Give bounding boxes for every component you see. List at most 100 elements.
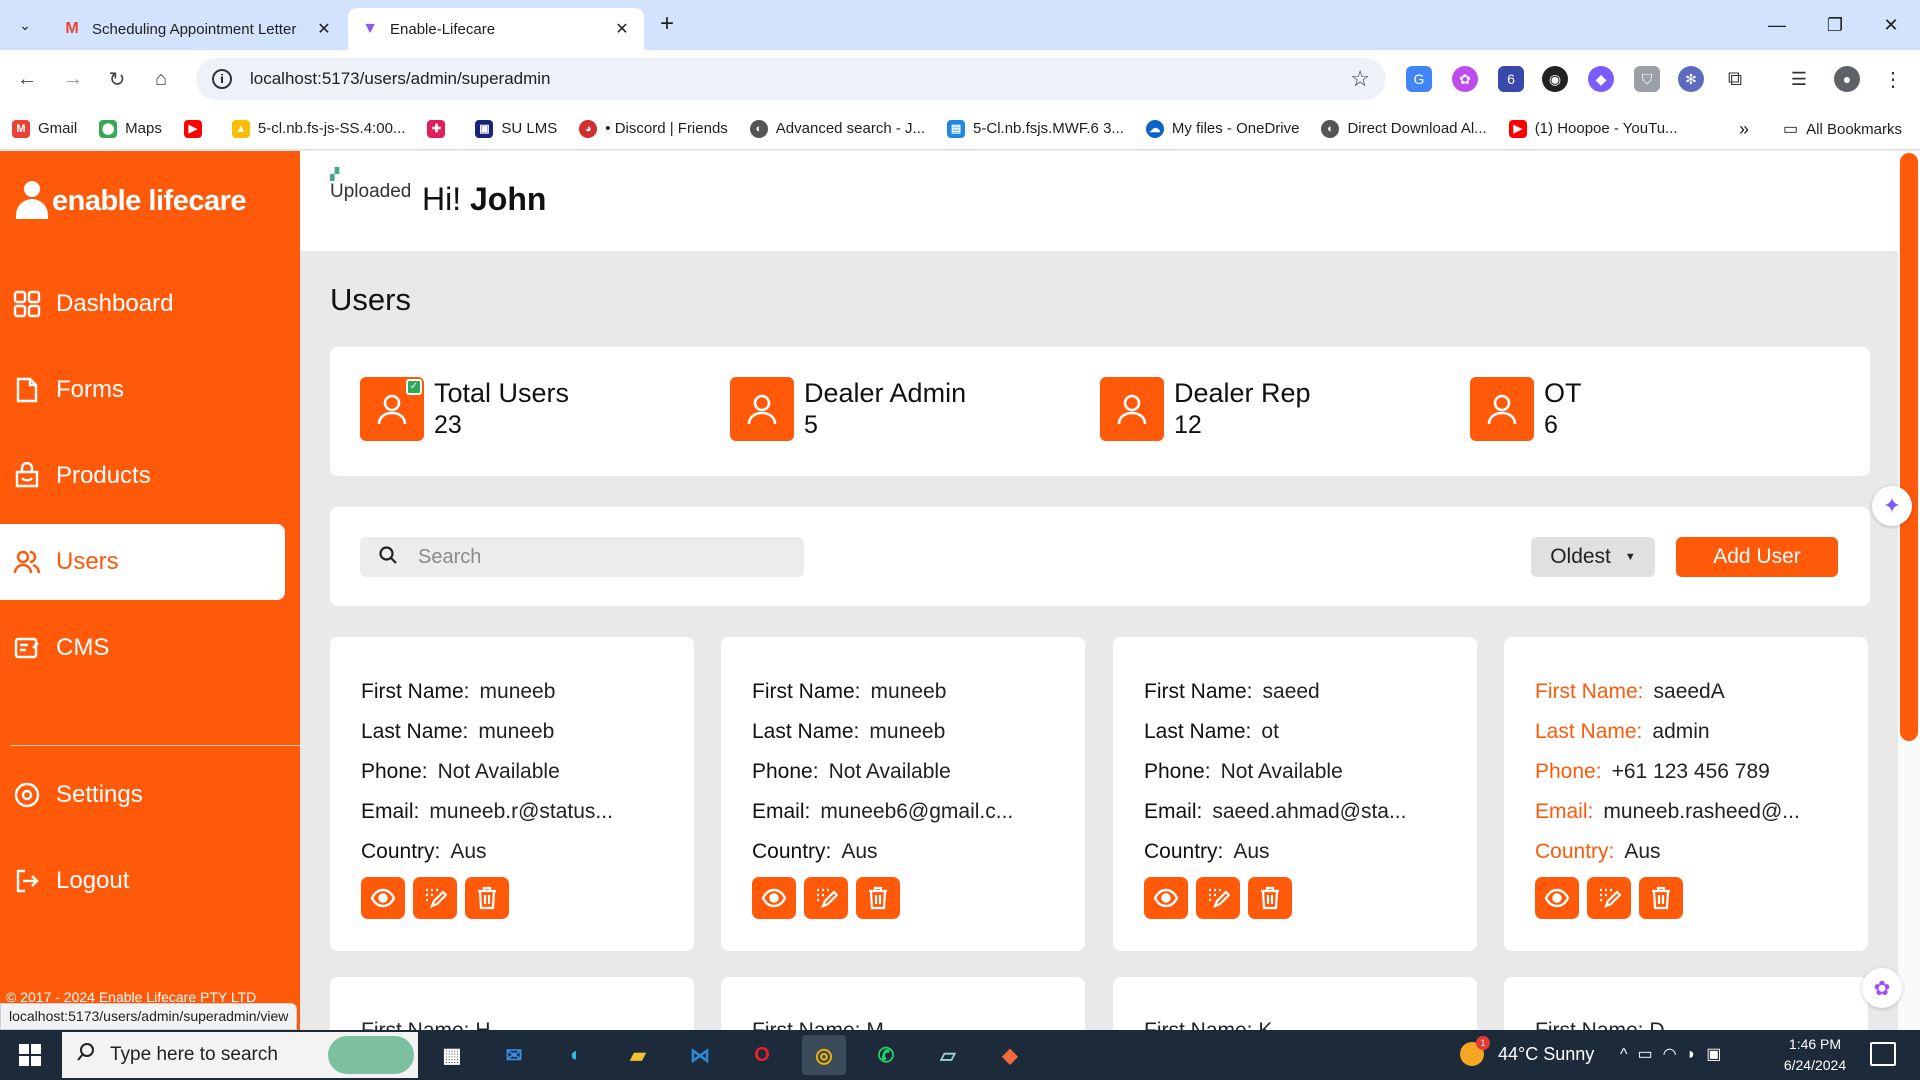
tab-search-button[interactable]: ⌄ xyxy=(8,8,42,42)
browser-menu-icon[interactable]: ⋮ xyxy=(1880,66,1906,92)
wifi-icon[interactable]: ◠ xyxy=(1663,1046,1687,1063)
edit-icon xyxy=(426,888,447,908)
bookmark-gmail[interactable]: M Gmail xyxy=(12,119,77,138)
scrollbar-thumb[interactable] xyxy=(1900,153,1918,741)
card-actions xyxy=(1535,877,1691,919)
microsoft-store-icon[interactable]: ▦ xyxy=(430,1035,474,1075)
brain-extension-icon[interactable]: ✿ xyxy=(1452,66,1478,92)
tab-gmail[interactable]: M Scheduling Appointment Letter ✕ xyxy=(50,8,346,50)
first-name-row: First Name: muneeb xyxy=(361,680,556,703)
whatsapp-icon[interactable]: ✆ xyxy=(864,1035,908,1075)
media-control-icon[interactable]: ☰ xyxy=(1786,66,1812,92)
bookmark-onedrive[interactable]: ☁ My files - OneDrive xyxy=(1145,119,1299,138)
sidebar-item-products[interactable]: Products xyxy=(0,438,285,514)
bookmark-su-lms[interactable]: ▣ SU LMS xyxy=(475,119,557,138)
sort-dropdown[interactable]: Oldest ▼ xyxy=(1531,537,1655,577)
home-button[interactable]: ⌂ xyxy=(144,62,178,96)
color-extension-icon[interactable]: ◉ xyxy=(1542,66,1568,92)
edge-icon[interactable]: ◐ xyxy=(554,1035,598,1075)
view-button[interactable] xyxy=(361,877,405,919)
speaker-icon[interactable]: ◗ xyxy=(1687,1046,1707,1063)
sidebar-item-label: Forms xyxy=(56,376,124,403)
address-bar[interactable]: i localhost:5173/users/admin/superadmin … xyxy=(196,58,1386,100)
bookmark-discord[interactable]: ◕ • Discord | Friends xyxy=(579,119,728,138)
search-input[interactable]: Search xyxy=(360,537,804,577)
sidebar-item-logout[interactable]: Logout xyxy=(0,843,285,919)
first-name-row: First Name: muneeb xyxy=(752,680,947,703)
edit-button[interactable] xyxy=(1587,877,1631,919)
display-icon[interactable]: ▣ xyxy=(1706,1046,1731,1063)
flame-extension-icon[interactable]: ◆ xyxy=(1588,66,1614,92)
sidebar-item-forms[interactable]: Forms xyxy=(0,352,285,428)
sidebar-divider xyxy=(10,745,300,746)
clock[interactable]: 1:46 PM 6/24/2024 xyxy=(1770,1034,1860,1076)
view-button[interactable] xyxy=(752,877,796,919)
git-icon[interactable]: ◆ xyxy=(988,1035,1032,1075)
tab-enable-lifecare[interactable]: ▼ Enable-Lifecare ✕ xyxy=(348,8,644,50)
bookmark-maps[interactable]: ⬤ Maps xyxy=(99,119,162,138)
stat-value: 6 xyxy=(1544,411,1558,439)
forms-icon xyxy=(12,375,42,405)
user-card-partial: First Name: K... xyxy=(1113,977,1477,1037)
weather-widget[interactable]: 1 44°C Sunny xyxy=(1460,1036,1594,1066)
bookmark-hoopoe[interactable]: ▶ (1) Hoopoe - YouTu... xyxy=(1508,119,1678,138)
minimize-button[interactable]: — xyxy=(1748,0,1806,50)
edit-button[interactable] xyxy=(1196,877,1240,919)
delete-button[interactable] xyxy=(1248,877,1292,919)
view-button[interactable] xyxy=(1535,877,1579,919)
restore-button[interactable]: ❐ xyxy=(1806,0,1864,50)
extension-badge-icon[interactable]: 6 xyxy=(1498,66,1524,92)
close-icon[interactable]: ✕ xyxy=(612,19,632,39)
delete-button[interactable] xyxy=(856,877,900,919)
new-tab-button[interactable]: + xyxy=(652,10,682,40)
windows-start-button[interactable] xyxy=(8,1038,52,1072)
window-close-button[interactable]: ✕ xyxy=(1862,0,1920,50)
delete-button[interactable] xyxy=(465,877,509,919)
close-icon[interactable]: ✕ xyxy=(314,19,334,39)
chrome-icon[interactable]: ◎ xyxy=(802,1035,846,1075)
bookmark-star-icon[interactable]: ☆ xyxy=(1350,66,1370,92)
sidebar-item-cms[interactable]: CMS xyxy=(0,610,285,686)
bookmark-youtube[interactable]: ▶ xyxy=(183,119,210,138)
chevron-up-icon[interactable]: ^ xyxy=(1620,1046,1638,1063)
all-bookmarks[interactable]: » ▭ All Bookmarks xyxy=(1739,108,1902,150)
forward-button[interactable]: → xyxy=(56,62,90,96)
file-explorer-icon[interactable]: ▰ xyxy=(616,1035,660,1075)
delete-button[interactable] xyxy=(1639,877,1683,919)
sidebar-item-users[interactable]: Users xyxy=(0,524,285,600)
brain-assistant-icon[interactable]: ✿ xyxy=(1862,968,1902,1008)
mail-icon[interactable]: ✉ xyxy=(492,1035,536,1075)
notepad-icon[interactable]: ▱ xyxy=(926,1035,970,1075)
extensions-puzzle-icon[interactable]: ⧉ xyxy=(1722,66,1748,92)
battery-icon[interactable]: ▭ xyxy=(1638,1046,1663,1063)
view-button[interactable] xyxy=(1144,877,1188,919)
bookmark-drive[interactable]: ▲ 5-cl.nb.fs-js-SS.4:00... xyxy=(231,119,405,138)
chevron-double-right-icon[interactable]: » xyxy=(1739,119,1749,140)
site-info-icon[interactable]: i xyxy=(212,69,232,89)
email-row: Email: saeed.ahmad@sta... xyxy=(1144,800,1407,823)
opera-icon[interactable]: O xyxy=(740,1035,784,1075)
bookmark-slack[interactable]: ✚ xyxy=(427,119,453,138)
brand-logo[interactable]: enable lifecare xyxy=(14,181,247,221)
taskbar-search-input[interactable]: Type here to search xyxy=(62,1032,418,1078)
back-button[interactable]: ← xyxy=(10,62,44,96)
url-text[interactable]: localhost:5173/users/admin/superadmin xyxy=(250,69,1350,89)
gear-extension-icon[interactable]: ✻ xyxy=(1678,66,1704,92)
notification-icon[interactable] xyxy=(1870,1042,1896,1066)
sparkle-assistant-icon[interactable]: ✦ xyxy=(1872,486,1912,526)
translate-extension-icon[interactable]: G xyxy=(1406,66,1432,92)
reload-button[interactable]: ↻ xyxy=(100,62,134,96)
sidebar-item-settings[interactable]: Settings xyxy=(0,757,285,833)
edit-button[interactable] xyxy=(804,877,848,919)
profile-avatar-icon[interactable]: ● xyxy=(1834,66,1860,92)
bookmark-advanced-search[interactable]: ◐ Advanced search - J... xyxy=(749,119,925,138)
avatar[interactable]: ▞ Uploaded xyxy=(330,167,410,217)
edit-button[interactable] xyxy=(413,877,457,919)
bookmark-direct-download[interactable]: ◐ Direct Download Al... xyxy=(1321,119,1487,138)
bookmark-classroom[interactable]: ▤ 5-Cl.nb.fsjs.MWF.6 3... xyxy=(947,119,1124,138)
shield-extension-icon[interactable]: ⛉ xyxy=(1634,66,1660,92)
vscode-icon[interactable]: ⋈ xyxy=(678,1035,722,1075)
sidebar-item-dashboard[interactable]: Dashboard xyxy=(0,266,285,342)
add-user-button[interactable]: Add User xyxy=(1676,537,1838,577)
system-tray[interactable]: ^▭◠◗▣ xyxy=(1620,1044,1731,1064)
